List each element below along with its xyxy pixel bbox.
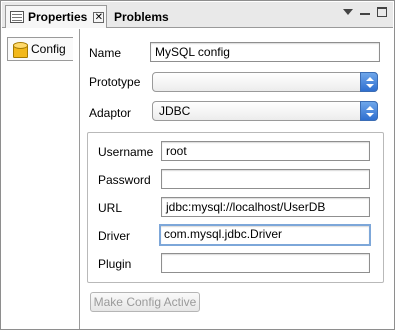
username-label: Username (98, 145, 154, 159)
properties-view: Properties ✕ Problems Config Name MySQL … (0, 0, 395, 330)
tab-properties[interactable]: Properties ✕ (5, 5, 107, 28)
database-icon (13, 41, 28, 58)
section-sidebar: Config (2, 29, 80, 329)
driver-label: Driver (98, 229, 130, 243)
view-controls (343, 7, 387, 17)
adaptor-label: Adaptor (89, 106, 132, 120)
name-field[interactable]: MySQL config (150, 42, 380, 62)
sidebar-item-config[interactable]: Config (7, 37, 73, 61)
url-label: URL (98, 201, 123, 215)
maximize-icon[interactable] (377, 7, 387, 17)
adaptor-value: JDBC (159, 104, 191, 118)
tab-problems-label: Problems (114, 9, 169, 24)
view-menu-icon[interactable] (343, 9, 353, 15)
driver-field[interactable]: com.mysql.jdbc.Driver (159, 224, 371, 246)
sidebar-item-label: Config (31, 42, 66, 56)
plugin-label: Plugin (98, 257, 132, 271)
name-label: Name (89, 46, 122, 60)
close-icon[interactable]: ✕ (93, 11, 105, 23)
url-field[interactable]: jdbc:mysql://localhost/UserDB (161, 197, 370, 217)
make-config-active-button[interactable]: Make Config Active (90, 292, 200, 312)
view-tab-bar: Properties ✕ Problems (2, 2, 393, 28)
prototype-select[interactable] (152, 72, 378, 92)
tab-properties-label: Properties (28, 10, 88, 24)
minimize-icon[interactable] (360, 13, 370, 15)
password-field[interactable] (161, 169, 370, 189)
select-arrows-icon (360, 101, 378, 121)
tab-problems[interactable]: Problems (110, 5, 174, 28)
password-label: Password (98, 173, 151, 187)
plugin-field[interactable] (161, 253, 370, 273)
select-arrows-icon (360, 72, 378, 92)
adaptor-select[interactable]: JDBC (152, 101, 378, 121)
properties-icon (10, 11, 24, 23)
username-field[interactable]: root (161, 141, 370, 161)
prototype-label: Prototype (89, 75, 141, 89)
